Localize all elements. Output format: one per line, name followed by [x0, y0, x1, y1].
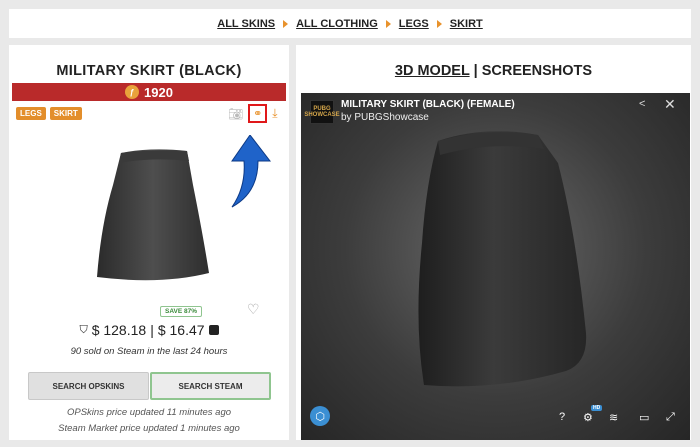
- search-opskins-button[interactable]: SEARCH OPSKINS: [28, 372, 149, 400]
- tag-legs[interactable]: LEGS: [16, 107, 46, 120]
- chevron-right-icon: [385, 19, 391, 28]
- item-tools: 📷︎ ⚭ ⤓: [228, 104, 278, 123]
- points-price: 1920: [144, 84, 173, 100]
- chevron-right-icon: [436, 19, 442, 28]
- panel-title: 3D MODEL | SCREENSHOTS: [296, 63, 691, 79]
- model-render: [418, 131, 587, 387]
- pubg-showcase-logo[interactable]: PUBG SHOWCASE: [304, 100, 340, 124]
- points-price-bar: ƒ 1920: [12, 83, 286, 101]
- breadcrumb-legs[interactable]: LEGS: [399, 18, 429, 30]
- steam-price: $ 16.47: [157, 322, 205, 338]
- download-icon[interactable]: ⤓: [272, 106, 277, 121]
- steam-icon: [208, 325, 219, 335]
- layers-icon[interactable]: ≋: [609, 411, 618, 424]
- search-steam-button[interactable]: SEARCH STEAM: [150, 372, 271, 400]
- item-image: [97, 149, 209, 281]
- tag-skirt[interactable]: SKIRT: [49, 107, 82, 120]
- fullscreen-icon[interactable]: ⤢: [666, 411, 675, 424]
- close-icon[interactable]: ✕: [664, 96, 676, 113]
- compare-icon[interactable]: ⚭: [248, 104, 268, 123]
- hd-badge: HD: [591, 405, 603, 411]
- opskins-updated: OPSkins price updated 11 minutes ago: [66, 407, 232, 418]
- tab-screenshots[interactable]: SCREENSHOTS: [482, 63, 592, 79]
- opskins-price: $ 128.18: [91, 322, 147, 338]
- viewer-author[interactable]: by PUBGShowcase: [341, 112, 429, 123]
- price-row: ⛉ $ 128.18 | $ 16.47: [9, 322, 289, 338]
- coin-icon: ƒ: [125, 85, 140, 99]
- breadcrumb-all-clothing[interactable]: ALL CLOTHING: [296, 18, 378, 30]
- tab-3d-model[interactable]: 3D MODEL: [395, 63, 470, 79]
- breadcrumb-skirt[interactable]: SKIRT: [450, 18, 483, 30]
- panel-title-separator: |: [469, 63, 482, 79]
- save-badge: SAVE 87%: [160, 306, 203, 317]
- gear-icon[interactable]: ⚙: [583, 411, 593, 424]
- sketchfab-icon[interactable]: ⬡: [310, 406, 330, 426]
- camera-icon[interactable]: 📷︎: [228, 107, 243, 121]
- tag-list: LEGS SKIRT: [16, 107, 82, 120]
- help-icon[interactable]: ?: [559, 411, 565, 423]
- price-separator: |: [150, 322, 154, 338]
- share-icon[interactable]: <: [639, 98, 645, 110]
- arrow-up-icon: [231, 135, 272, 208]
- vr-icon[interactable]: ▭: [639, 411, 649, 424]
- heart-icon[interactable]: ♡: [247, 301, 260, 318]
- model-panel: 3D MODEL | SCREENSHOTS PUBG SHOWCASE MIL…: [296, 45, 691, 440]
- viewer-title[interactable]: MILITARY SKIRT (BLACK) (FEMALE): [341, 99, 515, 110]
- breadcrumb-all-skins[interactable]: ALL SKINS: [217, 18, 275, 30]
- opskins-icon: ⛉: [79, 323, 88, 336]
- sold-count: 90 sold on Steam in the last 24 hours: [70, 346, 228, 357]
- item-title: MILITARY SKIRT (BLACK): [56, 63, 242, 79]
- steam-updated: Steam Market price updated 1 minutes ago: [58, 423, 240, 434]
- item-panel: MILITARY SKIRT (BLACK) ƒ 1920 LEGS SKIRT…: [9, 45, 289, 440]
- chevron-right-icon: [283, 19, 289, 28]
- model-viewer[interactable]: PUBG SHOWCASE MILITARY SKIRT (BLACK) (FE…: [301, 93, 690, 440]
- breadcrumb: ALL SKINS ALL CLOTHING LEGS SKIRT: [9, 9, 691, 38]
